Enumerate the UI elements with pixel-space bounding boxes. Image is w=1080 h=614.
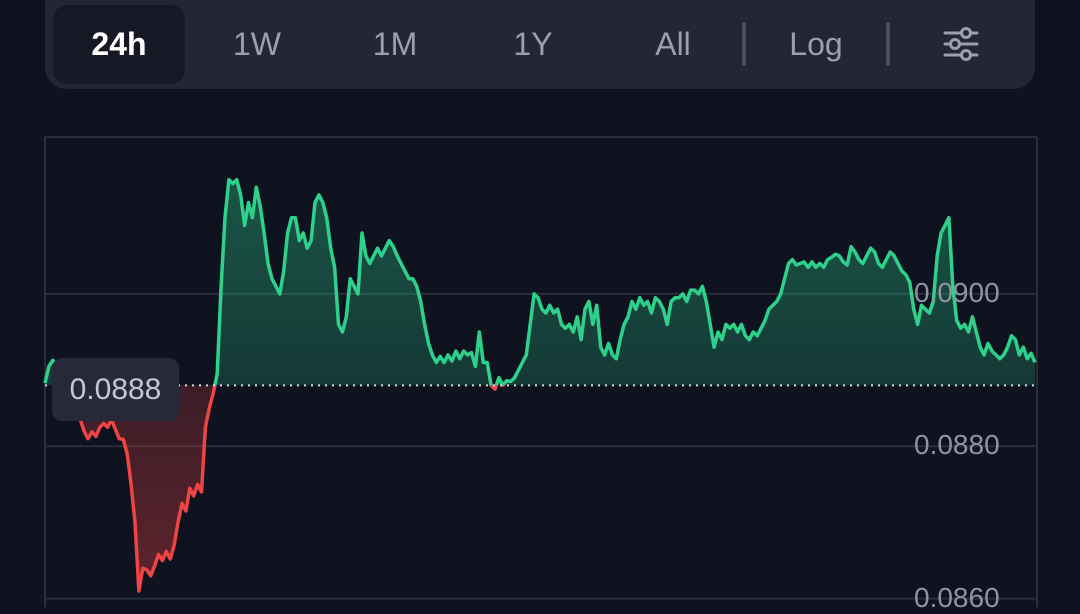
reference-price-label: 0.0888	[52, 358, 179, 421]
price-chart[interactable]: 0.0888 0.0900 0.0880 0.0860	[0, 0, 1080, 613]
y-tick-label: 0.0860	[914, 581, 1000, 613]
y-tick-label: 0.0900	[914, 276, 1000, 308]
y-tick-label: 0.0880	[914, 429, 1000, 461]
